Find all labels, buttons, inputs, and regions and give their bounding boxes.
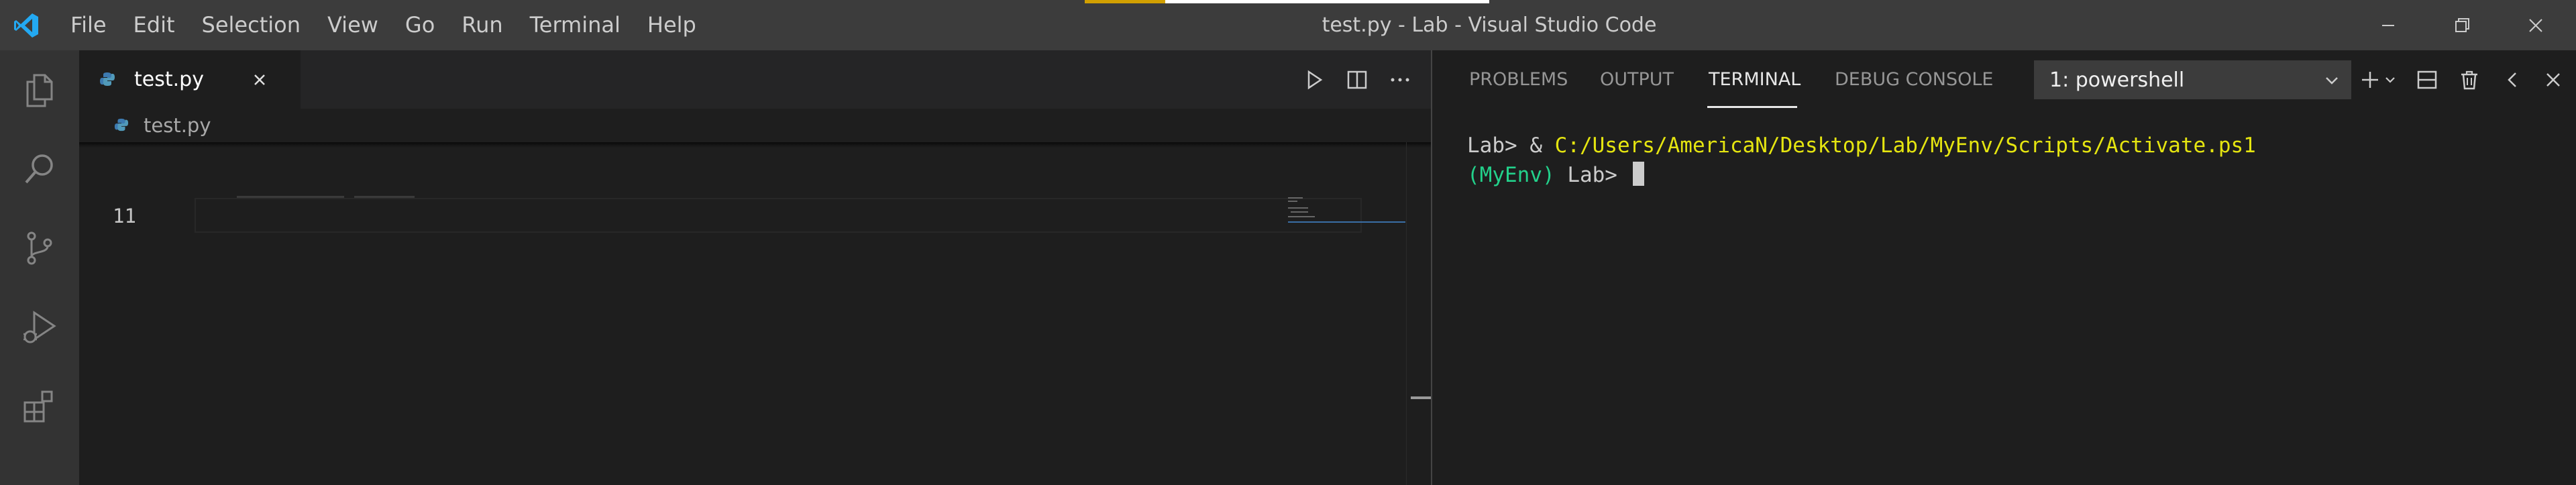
active-tab-indicator — [1707, 106, 1797, 108]
trash-icon — [2461, 70, 2477, 90]
split-terminal-icon — [2417, 70, 2437, 89]
plus-icon — [2362, 72, 2395, 88]
editor-tab-bar: test.py — [79, 50, 1431, 109]
split-editor-icon — [1347, 70, 1367, 89]
close-panel-button[interactable] — [2538, 64, 2569, 95]
activity-run-debug[interactable] — [0, 288, 79, 367]
run-python-file-button[interactable] — [1299, 64, 1330, 95]
activity-source-control[interactable] — [0, 209, 79, 288]
terminal-output[interactable]: Lab> & C:/Users/AmericaN/Desktop/Lab/MyE… — [1467, 131, 2256, 190]
menu-selection[interactable]: Selection — [189, 0, 314, 50]
minimize-icon — [2382, 24, 2394, 26]
activity-search[interactable] — [0, 129, 79, 209]
menu-run[interactable]: Run — [448, 0, 516, 50]
terminal-prompt: Lab> & — [1467, 133, 1555, 158]
menu-help[interactable]: Help — [634, 0, 710, 50]
code-editor[interactable]: 11 — [79, 142, 1431, 485]
close-window-button[interactable] — [2499, 0, 2573, 50]
menu-view[interactable]: View — [314, 0, 392, 50]
terminal-select-dropdown[interactable]: 1: powershell — [2034, 60, 2351, 99]
tab-test-py[interactable]: test.py — [79, 50, 301, 109]
vertical-scrollbar[interactable] — [1406, 142, 1431, 485]
activity-extensions[interactable] — [0, 367, 79, 446]
restore-button[interactable] — [2425, 0, 2499, 50]
terminal-command: C:/Users/AmericaN/Desktop/Lab/MyEnv/Scri… — [1554, 133, 2256, 158]
kill-terminal-button[interactable] — [2454, 64, 2485, 95]
files-icon — [26, 74, 53, 107]
editor-group: test.py test.py 11 — [79, 50, 1431, 485]
tab-problems[interactable]: PROBLEMS — [1469, 50, 1568, 109]
restore-icon — [2455, 17, 2469, 32]
new-terminal-button[interactable] — [2358, 64, 2404, 95]
tab-output[interactable]: OUTPUT — [1600, 50, 1674, 109]
terminal-line: Lab> & C:/Users/AmericaN/Desktop/Lab/MyE… — [1467, 131, 2256, 160]
close-icon — [254, 74, 265, 85]
tab-debug-console[interactable]: DEBUG CONSOLE — [1835, 50, 1993, 109]
terminal-prompt: Lab> — [1554, 163, 1630, 187]
close-icon — [2529, 18, 2542, 32]
search-icon — [25, 154, 53, 184]
menu-go[interactable]: Go — [392, 0, 448, 50]
terminal-line: (MyEnv) Lab> — [1467, 160, 2256, 190]
menu-file[interactable]: File — [57, 0, 120, 50]
breadcrumb-file[interactable]: test.py — [144, 109, 211, 142]
vscode-logo-icon — [14, 13, 38, 38]
more-actions-button[interactable] — [1385, 64, 1415, 95]
source-control-icon — [27, 231, 52, 265]
chevron-down-icon — [2326, 77, 2338, 85]
python-file-icon — [100, 72, 115, 86]
menu-bar: File Edit Selection View Go Run Terminal… — [57, 0, 710, 50]
terminal-select-value: 1: powershell — [2049, 68, 2185, 92]
extensions-icon — [23, 390, 53, 423]
tab-close-button[interactable] — [247, 67, 272, 93]
window-title: test.py - Lab - Visual Studio Code — [1322, 13, 1657, 37]
scrollbar-cursor-marker — [1411, 396, 1431, 399]
play-icon — [1307, 70, 1323, 90]
split-editor-button[interactable] — [1342, 64, 1373, 95]
minimap[interactable] — [1288, 142, 1405, 223]
split-terminal-button[interactable] — [2412, 64, 2443, 95]
line-number: 11 — [113, 205, 136, 227]
title-bar: File Edit Selection View Go Run Terminal… — [0, 0, 2576, 50]
current-line-highlight — [195, 198, 1362, 233]
run-debug-icon — [23, 311, 56, 343]
scroll-shadow — [79, 142, 1431, 148]
tab-label: test.py — [134, 68, 204, 91]
panel: PROBLEMS OUTPUT TERMINAL DEBUG CONSOLE 1… — [1431, 50, 2576, 485]
menu-edit[interactable]: Edit — [120, 0, 189, 50]
minimize-button[interactable] — [2351, 0, 2425, 50]
chevron-left-icon — [2508, 72, 2516, 87]
python-file-icon — [114, 118, 129, 131]
menu-terminal[interactable]: Terminal — [517, 0, 634, 50]
breadcrumb: test.py — [79, 109, 1431, 142]
activity-explorer[interactable] — [0, 50, 79, 129]
ellipsis-icon — [1391, 78, 1409, 82]
terminal-cursor — [1632, 162, 1644, 186]
tab-terminal[interactable]: TERMINAL — [1709, 50, 1801, 109]
maximize-panel-button[interactable] — [2498, 64, 2528, 95]
activity-bar — [0, 50, 79, 485]
close-icon — [2546, 73, 2560, 87]
terminal-venv-name: (MyEnv) — [1467, 163, 1555, 187]
